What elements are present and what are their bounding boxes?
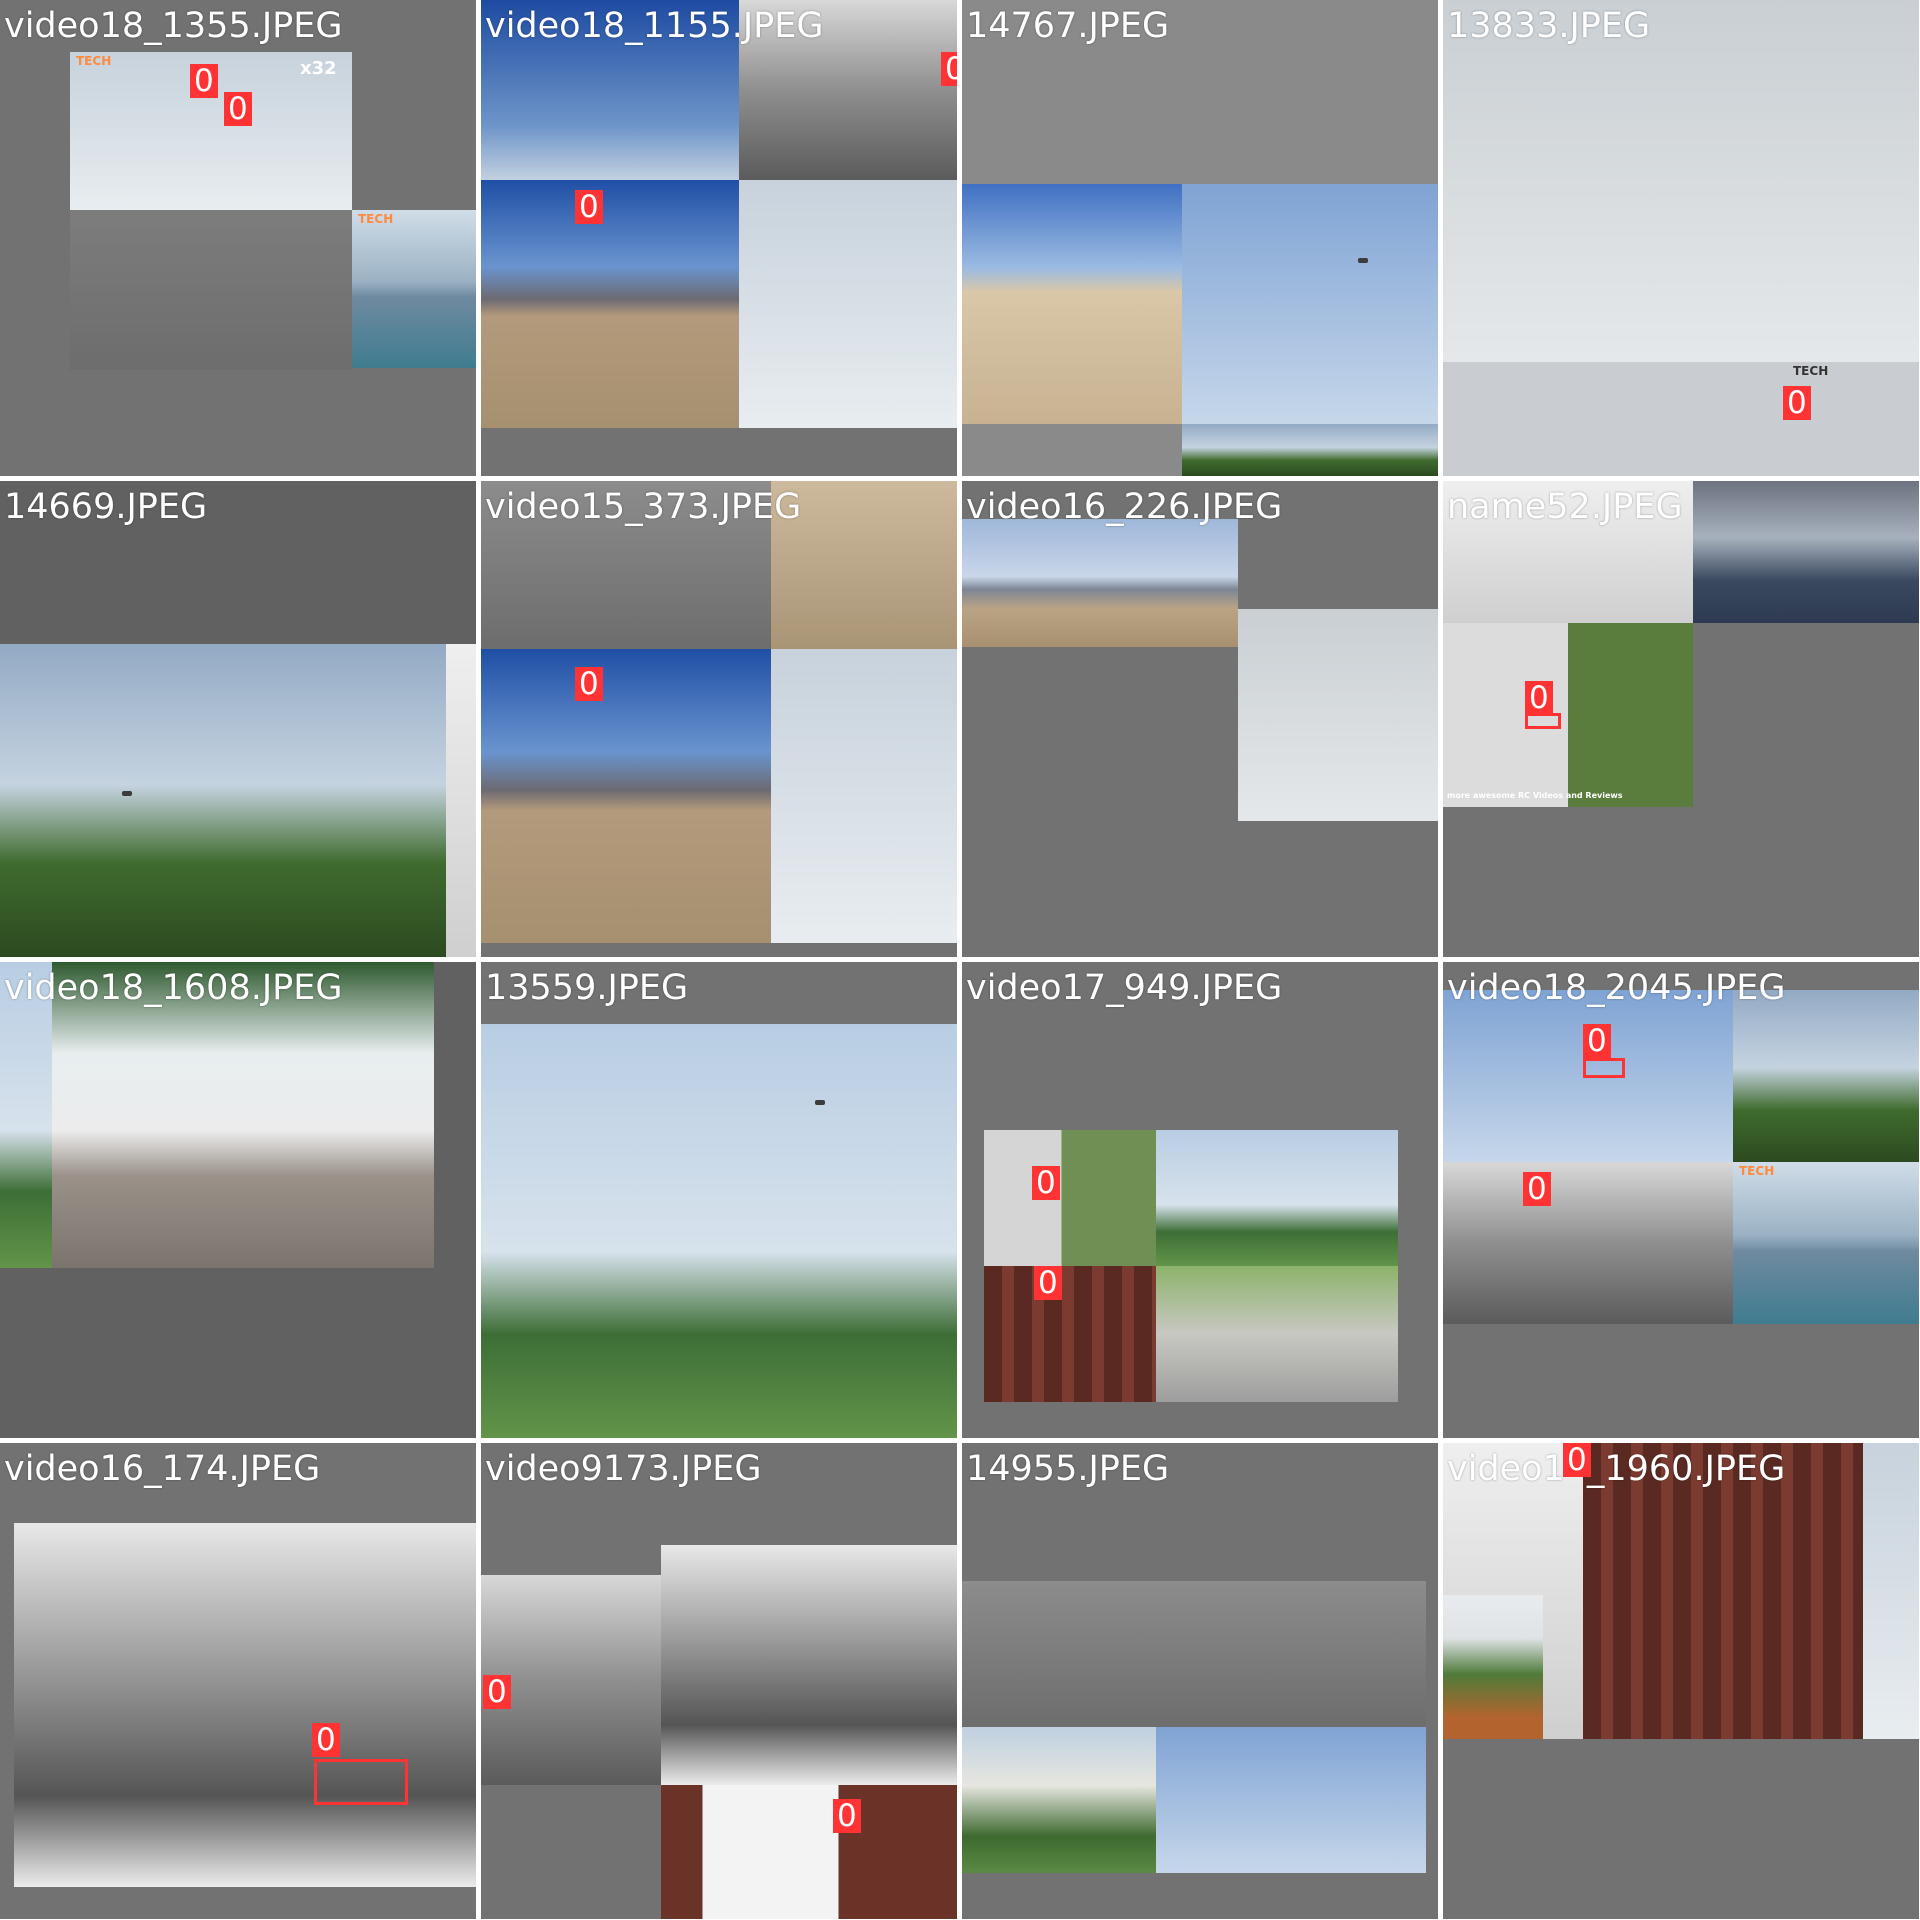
sub-image (1156, 1266, 1398, 1402)
sub-image (0, 644, 446, 957)
detection-box (1583, 1058, 1625, 1078)
mosaic-tile: video16_226.JPEG (962, 481, 1438, 957)
sub-image (984, 1130, 1156, 1266)
tile-filename: video9173.JPEG (485, 1449, 762, 1489)
tile-filename: 14767.JPEG (966, 6, 1170, 46)
watermark: TECH (76, 54, 112, 68)
tile-filename: video16_174.JPEG (4, 1449, 321, 1489)
sub-image (1156, 1581, 1426, 1727)
mosaic-tile: 13559.JPEG (481, 962, 957, 1438)
drone-object (815, 1100, 825, 1105)
detection-label: 0 (483, 1675, 511, 1709)
sub-image (962, 1581, 1156, 1727)
tile-filename: video18_1608.JPEG (4, 968, 343, 1008)
detection-label: 0 (190, 64, 218, 98)
tile-filename: video16_226.JPEG (966, 487, 1283, 527)
detection-label: 0 (1783, 386, 1811, 420)
sub-image (14, 1523, 476, 1887)
sub-image (739, 180, 957, 428)
sub-image (661, 1545, 957, 1785)
sub-image (1182, 424, 1438, 476)
sub-image (1443, 1595, 1543, 1739)
drone-object (122, 791, 132, 796)
detection-label: 0 (1523, 1172, 1551, 1206)
tile-filename: 14955.JPEG (966, 1449, 1170, 1489)
sub-image (1443, 362, 1919, 476)
mosaic-tile: TECH 0 13833.JPEG (1443, 0, 1919, 476)
mosaic-tile: 0 video15_373.JPEG (481, 481, 957, 957)
sub-image (1443, 1162, 1733, 1324)
mosaic-tile: 14767.JPEG (962, 0, 1438, 476)
detection-box (314, 1759, 408, 1805)
sub-image (1733, 1162, 1919, 1324)
detection-label: 0 (312, 1723, 340, 1757)
detection-label: 0 (833, 1799, 861, 1833)
detection-label: 0 (941, 52, 957, 86)
sub-image (1238, 609, 1438, 821)
mosaic-tile: 0 video16_174.JPEG (0, 1443, 476, 1919)
detection-label: 0 (1032, 1166, 1060, 1200)
tile-filename: video1 _1960.JPEG (1447, 1447, 1785, 1491)
tile-filename-prefix: video1 (1447, 1449, 1565, 1489)
watermark: TECH (358, 212, 394, 226)
sub-image (1156, 1727, 1426, 1873)
sub-image (1182, 184, 1438, 424)
detection-label: 0 (1034, 1266, 1062, 1300)
mosaic-grid: x32 TECH TECH 0 0 video18_1355.JPEG 0 0 … (0, 0, 1920, 1920)
watermark: TECH (1739, 1164, 1775, 1178)
video-caption: more awesome RC Videos and Reviews (1447, 791, 1623, 800)
detection-label: 0 (575, 667, 603, 701)
watermark: TECH (1793, 364, 1829, 378)
mosaic-tile: 0 0 video17_949.JPEG (962, 962, 1438, 1438)
sub-image (661, 1785, 957, 1919)
sub-image (1443, 0, 1919, 362)
sub-image (1443, 623, 1693, 807)
sub-image (962, 1727, 1156, 1873)
sub-image (352, 210, 476, 368)
tile-filename: video15_373.JPEG (485, 487, 802, 527)
drone-object (1358, 258, 1368, 263)
sub-image (1156, 1130, 1398, 1266)
mosaic-tile: x32 TECH TECH 0 0 video18_1355.JPEG (0, 0, 476, 476)
mosaic-tile: 0 0 TECH video18_2045.JPEG (1443, 962, 1919, 1438)
detection-label: 0 (1563, 1443, 1591, 1477)
sub-image (1733, 990, 1919, 1162)
sub-image (481, 649, 771, 943)
sub-image (481, 180, 739, 428)
sub-image (1693, 481, 1919, 623)
detection-label: 0 (224, 92, 252, 126)
tile-filename: video17_949.JPEG (966, 968, 1283, 1008)
sub-image (481, 1024, 957, 1438)
tile-filename: video18_1155.JPEG (485, 6, 824, 46)
tile-filename-suffix: _1960.JPEG (1586, 1449, 1786, 1489)
sub-image (962, 519, 1238, 647)
tile-filename: video18_1355.JPEG (4, 6, 343, 46)
mosaic-tile: 14669.JPEG (0, 481, 476, 957)
detection-label: 0 (575, 190, 603, 224)
detection-label: 0 (1583, 1024, 1611, 1058)
sub-image (1863, 1443, 1919, 1739)
mosaic-tile: more awesome RC Videos and Reviews 0 nam… (1443, 481, 1919, 957)
mosaic-tile: 0 video1 _1960.JPEG (1443, 1443, 1919, 1919)
mosaic-tile: 14955.JPEG (962, 1443, 1438, 1919)
mosaic-tile: 0 0 video18_1155.JPEG (481, 0, 957, 476)
mosaic-tile: video18_1608.JPEG (0, 962, 476, 1438)
detection-label: 0 (1525, 681, 1553, 715)
tile-filename: 14669.JPEG (4, 487, 208, 527)
tile-filename: video18_2045.JPEG (1447, 968, 1786, 1008)
tile-filename: name52.JPEG (1447, 487, 1683, 527)
tile-filename: 13559.JPEG (485, 968, 689, 1008)
sub-image (446, 644, 476, 957)
sub-image (984, 1266, 1156, 1402)
sub-image (771, 649, 957, 943)
sub-image (962, 184, 1182, 424)
zoom-text: x32 (300, 58, 337, 79)
tile-filename: 13833.JPEG (1447, 6, 1651, 46)
mosaic-tile: 0 0 video9173.JPEG (481, 1443, 957, 1919)
